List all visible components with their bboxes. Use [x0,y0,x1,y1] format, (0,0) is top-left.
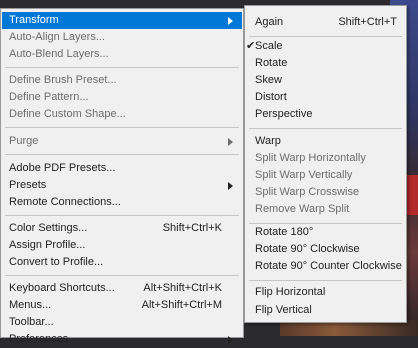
menu-item-label: Remote Connections... [9,196,121,208]
submenu-arrow-icon [228,17,233,25]
menu-item-label: Menus... [9,299,52,311]
submenu-item-flip-horizontal[interactable]: Flip Horizontal [246,284,405,301]
submenu-arrow-icon [228,336,233,344]
submenu-item-rotate[interactable]: Rotate [246,55,405,72]
menu-item-label: Flip Vertical [255,304,312,316]
menu-item-assign-profile[interactable]: Assign Profile... [2,237,242,254]
menu-item-label: Convert to Profile... [9,256,104,268]
menu-item-label: Skew [255,74,282,86]
menu-separator [5,275,239,276]
menu-item-convert-to-profile[interactable]: Convert to Profile... [2,254,242,271]
submenu-item-rotate-90-clockwise[interactable]: Rotate 90° Clockwise [246,241,405,258]
submenu-item-warp[interactable]: Warp [246,133,405,150]
menu-item-label: Again [255,16,284,28]
menu-item-label: Auto-Blend Layers... [9,48,109,60]
submenu-item-scale[interactable]: ✔ Scale [246,38,405,55]
menu-item-label: Define Custom Shape... [9,108,126,120]
submenu-item-flip-vertical[interactable]: Flip Vertical [246,302,405,319]
submenu-item-remove-warp-split[interactable]: Remove Warp Split [246,201,405,218]
menu-item-label: Preferences [9,333,69,345]
menu-item-label: Distort [255,91,287,103]
menu-item-preferences[interactable]: Preferences [2,331,242,348]
menu-item-label: Warp [255,135,281,147]
menu-item-shortcut: Alt+Shift+Ctrl+M [141,299,222,311]
menu-item-label: Presets [9,179,47,191]
menu-item-label: Remove Warp Split [255,203,350,215]
menu-item-label: Rotate [255,57,288,69]
menu-item-define-custom-shape[interactable]: Define Custom Shape... [2,106,242,123]
menu-separator [5,154,239,155]
menu-item-define-brush-preset[interactable]: Define Brush Preset... [2,72,242,89]
menu-separator [249,280,402,281]
menu-item-remote-connections[interactable]: Remote Connections... [2,194,242,211]
submenu-arrow-icon [228,138,233,146]
menu-item-shortcut: Shift+Ctrl+K [162,222,222,234]
menu-item-label: Rotate 180° [255,226,314,238]
menu-item-keyboard-shortcuts[interactable]: Keyboard Shortcuts... Alt+Shift+Ctrl+K [2,280,242,297]
menu-item-label: Adobe PDF Presets... [9,162,116,174]
checkmark-icon: ✔ [246,40,256,52]
menu-item-label: Rotate 90° Counter Clockwise [255,260,402,272]
menu-item-label: Define Brush Preset... [9,74,117,86]
menu-item-label: Define Pattern... [9,91,89,103]
submenu-item-perspective[interactable]: Perspective [246,106,405,123]
menu-item-shortcut: Shift+Ctrl+T [338,16,397,28]
menu-item-transform[interactable]: Transform [2,12,242,29]
submenu-item-again[interactable]: Again Shift+Ctrl+T [246,14,405,31]
menu-item-label: Purge [9,135,39,147]
menu-item-label: Rotate 90° Clockwise [255,243,360,255]
menu-item-label: Toolbar... [9,316,54,328]
submenu-item-split-warp-vertically[interactable]: Split Warp Vertically [246,167,405,184]
submenu-item-distort[interactable]: Distort [246,89,405,106]
menu-item-purge[interactable]: Purge [2,133,242,150]
menu-item-label: Perspective [255,108,313,120]
menu-item-label: Color Settings... [9,222,88,234]
edit-menu: Transform Auto-Align Layers... Auto-Blen… [0,8,244,345]
menu-separator [5,215,239,216]
submenu-item-split-warp-crosswise[interactable]: Split Warp Crosswise [246,184,405,201]
menu-separator [5,127,239,128]
menu-item-label: Auto-Align Layers... [9,31,105,43]
menu-item-label: Split Warp Horizontally [255,152,366,164]
menu-separator [249,128,402,129]
menu-separator [249,36,402,37]
menu-item-toolbar[interactable]: Toolbar... [2,314,242,331]
menu-item-menus[interactable]: Menus... Alt+Shift+Ctrl+M [2,297,242,314]
menu-item-label: Transform [9,14,59,26]
transform-submenu: Again Shift+Ctrl+T ✔ Scale Rotate Skew D… [244,5,407,323]
submenu-arrow-icon [228,182,233,190]
menu-item-color-settings[interactable]: Color Settings... Shift+Ctrl+K [2,220,242,237]
menu-item-define-pattern[interactable]: Define Pattern... [2,89,242,106]
menu-separator [5,67,239,68]
menu-item-label: Split Warp Vertically [255,169,353,181]
submenu-item-rotate-90-counter-clockwise[interactable]: Rotate 90° Counter Clockwise [246,258,405,275]
submenu-item-skew[interactable]: Skew [246,72,405,89]
menu-item-auto-align-layers[interactable]: Auto-Align Layers... [2,29,242,46]
menu-item-label: Scale [255,40,283,52]
menu-item-adobe-pdf-presets[interactable]: Adobe PDF Presets... [2,160,242,177]
submenu-item-split-warp-horizontally[interactable]: Split Warp Horizontally [246,150,405,167]
menu-item-auto-blend-layers[interactable]: Auto-Blend Layers... [2,46,242,63]
menu-item-label: Keyboard Shortcuts... [9,282,115,294]
menu-item-presets[interactable]: Presets [2,177,242,194]
menu-item-label: Assign Profile... [9,239,86,251]
submenu-item-rotate-180[interactable]: Rotate 180° [246,224,405,241]
menu-item-shortcut: Alt+Shift+Ctrl+K [143,282,222,294]
menu-item-label: Flip Horizontal [255,286,326,298]
menu-item-label: Split Warp Crosswise [255,186,360,198]
